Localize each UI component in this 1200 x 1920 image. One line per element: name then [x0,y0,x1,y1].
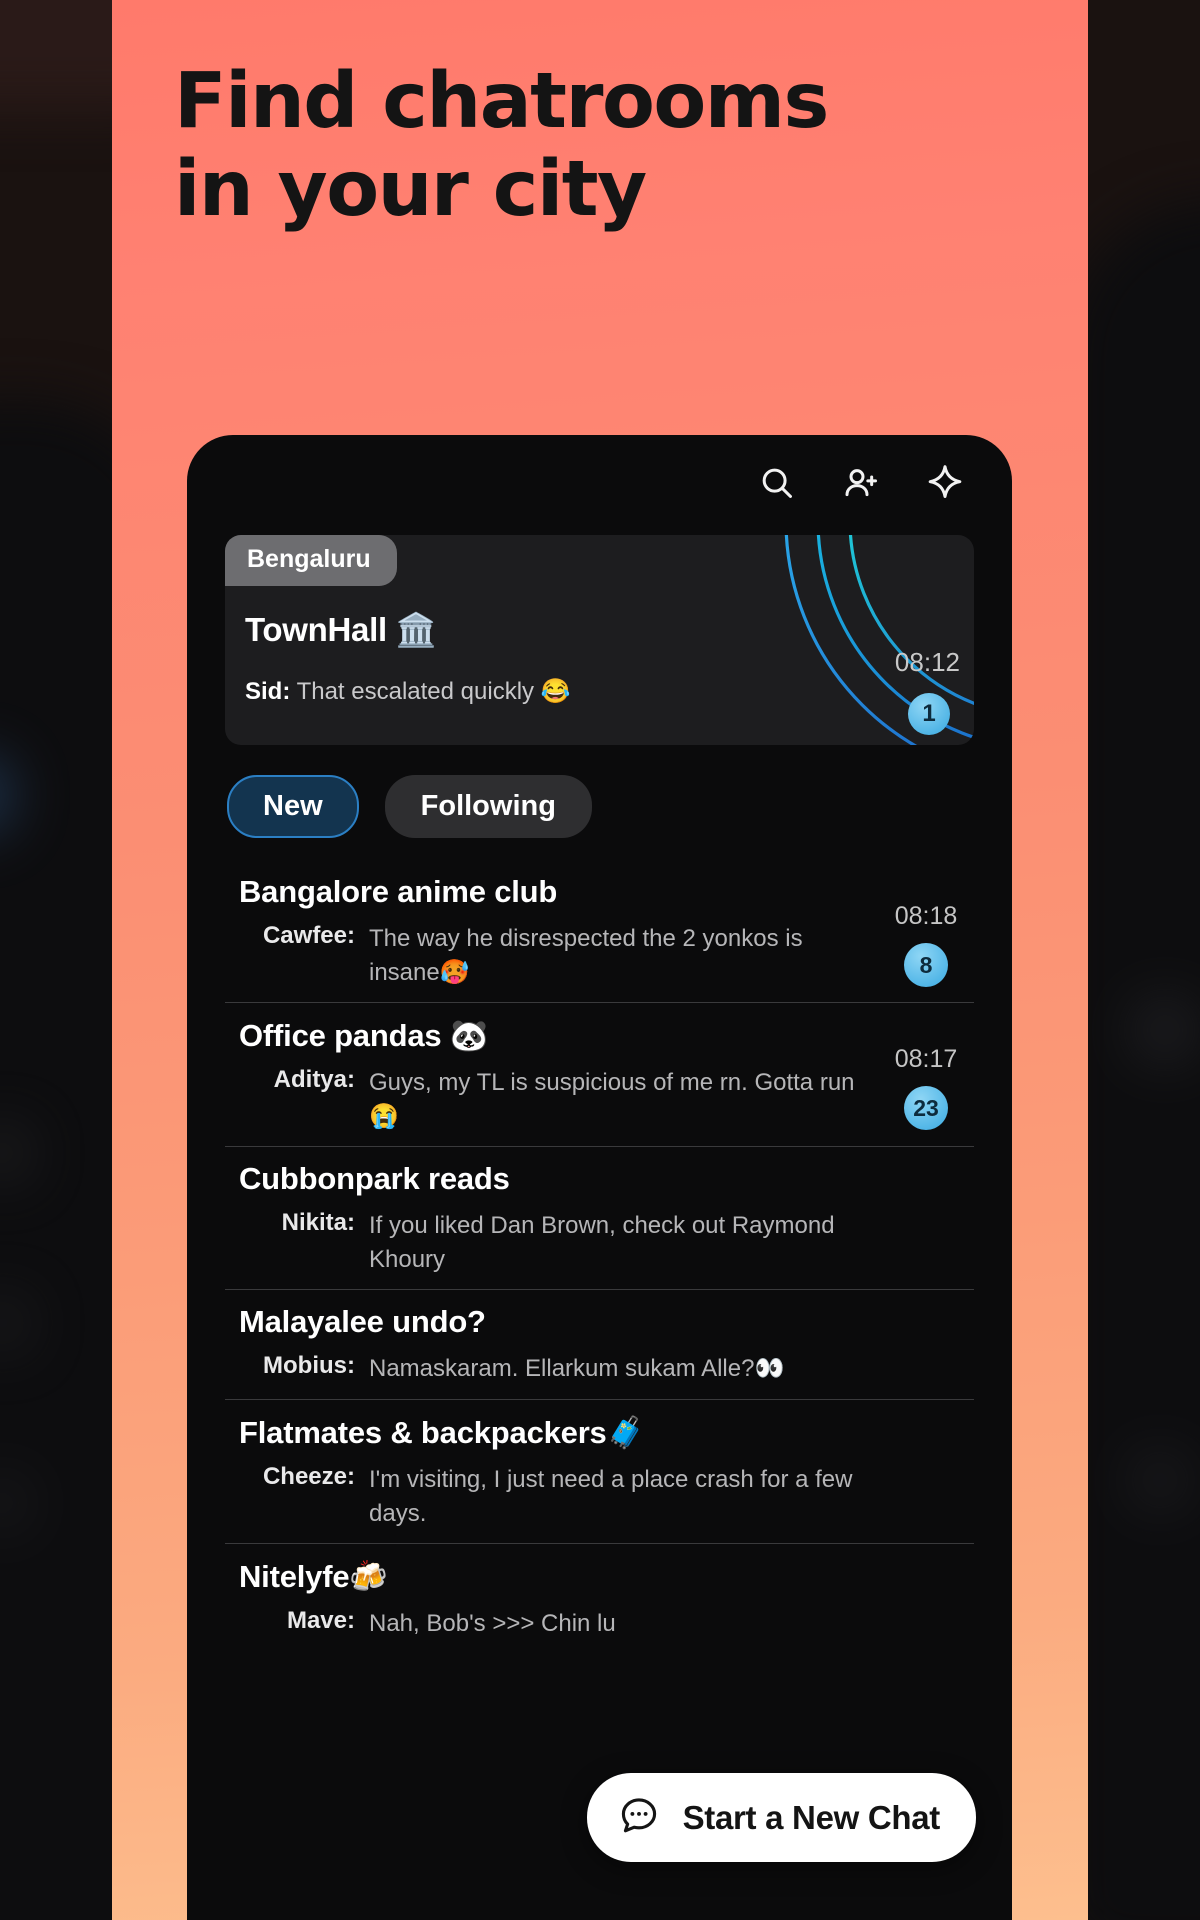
tab-following[interactable]: Following [384,775,592,838]
chat-sender: Cawfee: [262,922,355,949]
search-icon[interactable] [756,462,798,504]
headline-line-2: in your city [174,144,647,234]
start-new-chat-label: Start a New Chat [682,1798,941,1836]
sparkle-icon[interactable] [924,462,966,504]
featured-sender: Sid: [245,678,291,705]
chat-title: Flatmates & backpackers🧳 [239,1414,645,1450]
featured-unread-badge: 1 [908,693,950,735]
headline-line-1: Find chatrooms [174,57,829,146]
chat-timestamp: 08:17 [894,1045,958,1074]
table-row[interactable]: Cubbonpark reads Nikita: If you liked Da… [225,1147,974,1291]
chat-sender: Aditya: [273,1066,355,1094]
chat-filter-tabs: New Following [225,775,974,838]
chat-message: The way he disrespected the 2 yonkos is … [369,925,803,987]
chat-timestamp: 08:18 [894,902,958,930]
chat-message: I'm visiting, I just need a place crash … [369,1465,853,1527]
start-new-chat-button[interactable]: Start a New Chat [586,1773,976,1862]
table-row[interactable]: Malayalee undo? Mobius: Namaskaram. Ella… [225,1290,974,1400]
chat-title: Malayalee undo? [239,1304,486,1340]
tab-new[interactable]: New [227,775,359,838]
app-topbar [225,435,974,531]
chat-bubble-dots-icon [617,1793,661,1842]
chat-title: Bangalore anime club [239,874,558,909]
backdrop-highlight-5 [1135,1000,1195,1060]
table-row[interactable]: Nitelyfe🍻 Mave: Nah, Bob's >>> Chin lu [225,1544,974,1653]
chat-message: Nah, Bob's >>> Chin lu [369,1609,616,1637]
chat-sender: Cheeze: [262,1462,355,1490]
featured-chat-title: TownHall 🏛️ [245,611,437,648]
chat-sender: Nikita: [281,1209,355,1237]
city-badge: Bengaluru [225,535,397,586]
chat-message: Namaskaram. Ellarkum sukam Alle?👀 [369,1355,785,1383]
chat-title: Cubbonpark reads [239,1161,510,1197]
add-person-icon[interactable] [840,462,882,504]
featured-chat-preview: Sid: That escalated quickly 😂 [245,677,571,706]
chat-sender: Mobius: [263,1352,355,1380]
chat-meta: 08:18 8 [884,902,968,987]
featured-message: That escalated quickly 😂 [296,678,571,705]
featured-timestamp: 08:12 [894,647,960,677]
chat-message: If you liked Dan Brown, check out Raymon… [369,1212,835,1274]
chat-unread-badge: 8 [904,943,948,987]
backdrop-highlight-6 [1130,1450,1190,1510]
table-row[interactable]: Bangalore anime club Cawfee: The way he … [225,860,974,1004]
chat-sender: Mave: [286,1606,355,1634]
table-row[interactable]: Office pandas 🐼 Aditya: Guys, my TL is s… [225,1003,974,1148]
chat-title: Nitelyfe🍻 [239,1558,388,1594]
promo-panel: Find chatrooms in your city Bengaluru To… [112,0,1088,1920]
featured-chat-card[interactable]: Bengaluru TownHall 🏛️ Sid: That escalate… [225,535,974,745]
chat-unread-badge: 23 [904,1086,948,1131]
chat-title: Office pandas 🐼 [239,1018,489,1054]
table-row[interactable]: Flatmates & backpackers🧳 Cheeze: I'm vis… [225,1400,974,1544]
chat-meta: 08:17 23 [884,1045,968,1131]
chat-list: Bangalore anime club Cawfee: The way he … [225,860,974,1653]
promo-headline: Find chatrooms in your city [174,58,974,234]
phone-mockup: Bengaluru TownHall 🏛️ Sid: That escalate… [187,435,1012,1920]
chat-message: Guys, my TL is suspicious of me rn. Gott… [369,1069,855,1131]
